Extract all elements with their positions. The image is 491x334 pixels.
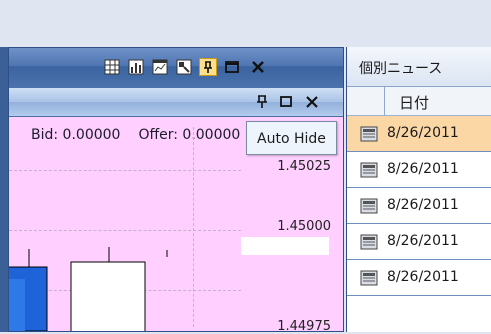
news-titlebar: 個別ニュース [347, 47, 491, 87]
row-marker-column [347, 87, 385, 115]
date-column-header[interactable]: 日付 [399, 92, 429, 113]
price-marker-box [241, 237, 329, 255]
chart-titlebar [9, 48, 343, 88]
news-date: 8/26/2011 [387, 197, 459, 213]
news-title: 個別ニュース [359, 61, 443, 77]
chart-subbar [9, 88, 343, 117]
pin-icon [204, 61, 212, 73]
chart-window-icon[interactable] [151, 58, 169, 76]
auto-hide-pin-button[interactable] [199, 58, 217, 76]
news-row[interactable]: 8/26/2011 [347, 224, 491, 260]
maximize-icon[interactable] [279, 94, 293, 114]
news-date: 8/26/2011 [387, 233, 459, 249]
price-level: 1.45000 [277, 219, 331, 234]
candle-bearish-inner [9, 279, 25, 331]
price-level: 1.45025 [277, 159, 331, 174]
maximize-button[interactable] [223, 58, 241, 76]
news-row[interactable]: 8/26/2011 [347, 260, 491, 296]
newspaper-icon [360, 198, 378, 214]
newspaper-icon [360, 270, 378, 286]
newspaper-icon [360, 126, 378, 142]
news-row[interactable]: 8/26/2011 [347, 152, 491, 188]
pin-icon[interactable] [255, 94, 269, 114]
close-icon[interactable] [305, 94, 319, 114]
news-row[interactable]: 8/26/2011 [347, 116, 491, 152]
news-window: 個別ニュース 日付 8/26/2011 8/26/2011 8/26/2011 … [346, 47, 491, 332]
news-date: 8/26/2011 [387, 161, 459, 177]
candle-bullish [70, 261, 146, 331]
candlestick-series [9, 247, 168, 331]
news-date: 8/26/2011 [387, 125, 459, 141]
close-button[interactable] [249, 58, 267, 76]
newspaper-icon [360, 162, 378, 178]
news-column-header: 日付 [347, 87, 491, 116]
tile-icon[interactable] [175, 58, 193, 76]
close-icon [252, 61, 264, 73]
news-row[interactable]: 8/26/2011 [347, 188, 491, 224]
bar-chart-icon[interactable] [127, 58, 145, 76]
grid-icon[interactable] [103, 58, 121, 76]
chart-window: Bid: 0.00000 Offer: 0.00000 1.45025 1.450… [8, 47, 344, 334]
newspaper-icon [360, 234, 378, 250]
auto-hide-tooltip: Auto Hide [246, 121, 337, 155]
maximize-icon [225, 61, 239, 73]
news-date: 8/26/2011 [387, 269, 459, 285]
